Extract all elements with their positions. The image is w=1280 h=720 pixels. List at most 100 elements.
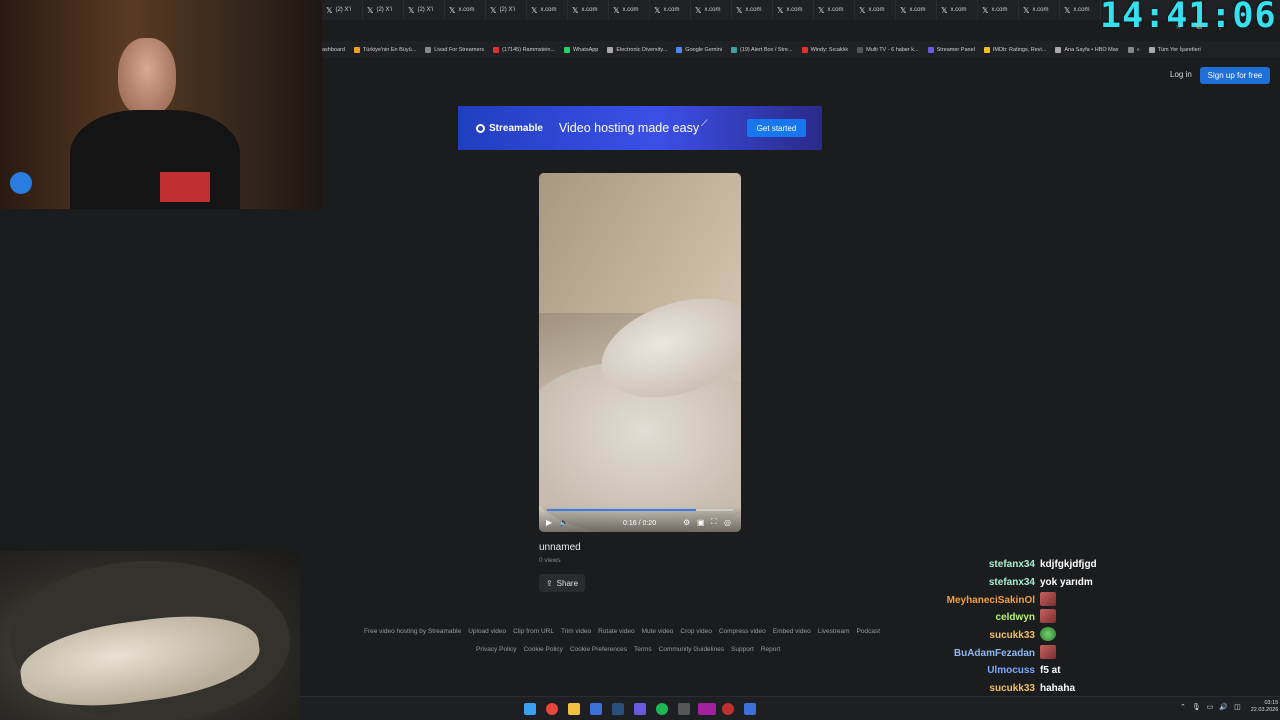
footer-link[interactable]: Community Guidelines <box>659 646 724 653</box>
footer-link[interactable]: Mute video <box>642 628 674 635</box>
footer-link[interactable]: Cookie Preferences <box>570 646 627 653</box>
pip-icon[interactable]: ▣ <box>697 518 705 527</box>
signup-button[interactable]: Sign up for free <box>1200 67 1270 84</box>
browser-tab[interactable]: 𝕏x.com <box>732 0 773 20</box>
browser-tab[interactable]: 𝕏 (2) X'i <box>322 0 363 20</box>
bookmark-item[interactable]: Electronic Diversity... <box>607 46 667 53</box>
browser-tab[interactable]: 𝕏 (2) X'i <box>404 0 445 20</box>
bookmark-favicon-icon <box>1148 46 1155 53</box>
footer-link[interactable]: Rotate video <box>598 628 635 635</box>
footer-link[interactable]: Crop video <box>680 628 711 635</box>
browser-tab[interactable]: 𝕏x.com <box>855 0 896 20</box>
browser-tab[interactable]: 𝕏x.com <box>445 0 486 20</box>
chat-emote-icon <box>1040 644 1056 659</box>
footer-link[interactable]: Upload video <box>468 628 506 635</box>
settings-icon[interactable]: ⚙ <box>683 518 690 527</box>
play-icon[interactable]: ▶ <box>546 518 552 527</box>
tray-icon[interactable]: ◫ <box>1234 703 1241 711</box>
footer-link[interactable]: Trim video <box>561 628 591 635</box>
mic-icon[interactable]: 🎙 <box>1192 703 1201 711</box>
bookmark-item[interactable]: Ana Sayfa • HBO Max <box>1055 46 1119 53</box>
streamable-icon[interactable]: ◎ <box>724 518 731 527</box>
bookmark-label: Tüm Yer İşaretleri <box>1157 46 1201 53</box>
bookmark-item[interactable]: (19) Alert Box / Stre... <box>730 46 793 53</box>
footer-link[interactable]: Privacy Policy <box>476 646 516 653</box>
share-button[interactable]: ⇪ Share <box>539 574 585 592</box>
browser-tab[interactable]: 𝕏x.com <box>568 0 609 20</box>
browser-tab[interactable]: 𝕏x.com <box>1060 0 1101 20</box>
browser-tab[interactable]: 𝕏 (2) X'i <box>486 0 527 20</box>
bookmark-item[interactable]: IMDb: Ratings, Revi... <box>983 46 1047 53</box>
bookmark-item[interactable]: Multi TV - 6 haber k... <box>857 46 919 53</box>
footer-link[interactable]: Embed video <box>773 628 811 635</box>
chat-text <box>1040 644 1102 662</box>
bookmark-item[interactable]: Windy: Sıcaklık <box>801 46 848 53</box>
bookmark-item[interactable]: (17145) Rammstein... <box>493 46 555 53</box>
footer-link[interactable]: Livestream <box>818 628 850 635</box>
volume-icon[interactable]: 🔈 <box>559 518 569 527</box>
steam-icon[interactable] <box>612 703 624 715</box>
bookmark-label: Ana Sayfa • HBO Max <box>1064 46 1119 53</box>
browser-tab[interactable]: 𝕏x.com <box>527 0 568 20</box>
browser-tab[interactable]: 𝕏x.com <box>650 0 691 20</box>
chat-username: celdwyn <box>995 612 1035 624</box>
bookmark-item[interactable]: » <box>1127 46 1140 53</box>
bookmark-favicon-icon <box>927 46 934 53</box>
chrome-icon[interactable] <box>546 703 558 715</box>
footer-link[interactable]: Cookie Policy <box>523 646 562 653</box>
app-icon[interactable] <box>590 703 602 715</box>
calculator-icon[interactable] <box>678 703 690 715</box>
footer-link[interactable]: Podcast <box>857 628 881 635</box>
get-started-button[interactable]: Get started <box>747 119 806 137</box>
footer-link[interactable]: Compress video <box>719 628 766 635</box>
bookmark-item[interactable]: Türkiye'nin En Büyü... <box>353 46 416 53</box>
sparkle-icon: ⟋ <box>701 117 708 128</box>
spotify-icon[interactable] <box>656 703 668 715</box>
app-icon-blue[interactable] <box>744 703 756 715</box>
bookmark-label: IMDb: Ratings, Revi... <box>992 46 1047 53</box>
browser-tab[interactable]: 𝕏x.com <box>691 0 732 20</box>
footer-link[interactable]: Clip from URL <box>513 628 554 635</box>
bookmark-item[interactable]: Livad For Streamers <box>425 46 484 53</box>
browser-tab[interactable]: 𝕏x.com <box>814 0 855 20</box>
start-icon[interactable] <box>524 703 536 715</box>
promo-banner[interactable]: Streamable Video hosting made easy ⟋ Get… <box>458 106 822 150</box>
browser-tab[interactable]: 𝕏x.com <box>896 0 937 20</box>
chevron-up-icon[interactable]: ⌃ <box>1180 703 1186 711</box>
browser-tab[interactable]: 𝕏x.com <box>773 0 814 20</box>
tab-label: x.com <box>991 7 1008 13</box>
bookmark-item[interactable]: ashboard <box>322 47 345 53</box>
footer-links-secondary: Privacy Policy Cookie Policy Cookie Prefer… <box>476 646 780 653</box>
footer-link[interactable]: Report <box>761 646 781 653</box>
file-explorer-icon[interactable] <box>568 703 580 715</box>
bookmark-favicon-icon <box>563 46 570 53</box>
network-icon[interactable]: ▭ <box>1207 703 1214 711</box>
footer-link[interactable]: Free video hosting by Streamable <box>364 628 461 635</box>
browser-tab[interactable]: 𝕏x.com <box>1019 0 1060 20</box>
fullscreen-icon[interactable]: ⛶ <box>711 517 717 527</box>
tray-clock: 03:15 22.03.2026 <box>1251 700 1279 714</box>
footer-link[interactable]: Support <box>731 646 754 653</box>
star-icon[interactable]: ☆ <box>1175 22 1182 32</box>
login-link[interactable]: Log in <box>1170 70 1192 79</box>
bookmark-item[interactable]: WhatsApp <box>563 46 598 53</box>
next-app-icon[interactable] <box>698 703 716 715</box>
banner-tagline: Video hosting made easy <box>558 121 700 135</box>
x-logo-icon: 𝕏 <box>982 5 989 15</box>
video-progress-bar[interactable] <box>547 509 733 511</box>
bookmark-item[interactable]: Tüm Yer İşaretleri <box>1148 46 1201 53</box>
bookmark-item[interactable]: Streamer Panel <box>927 46 975 53</box>
video-player[interactable]: ▶ 🔈 0:16 / 0:20 ⚙ ▣ ⛶ ◎ <box>539 173 741 532</box>
browser-tab[interactable]: 𝕏x.com <box>937 0 978 20</box>
browser-tab[interactable]: 𝕏x.com <box>609 0 650 20</box>
bookmark-item[interactable]: Google Gemini <box>676 46 722 53</box>
extensions-icon[interactable]: ⧉ <box>1196 22 1202 32</box>
streamable-logo-icon <box>476 123 485 133</box>
menu-icon[interactable]: ⋮ <box>1216 22 1224 32</box>
footer-link[interactable]: Terms <box>634 646 652 653</box>
browser-tab[interactable]: 𝕏x.com <box>978 0 1019 20</box>
app-icon-red[interactable] <box>722 703 734 715</box>
discord-icon[interactable] <box>634 703 646 715</box>
browser-tab[interactable]: 𝕏 (2) X'i <box>363 0 404 20</box>
volume-icon[interactable]: 🔊 <box>1219 703 1228 711</box>
